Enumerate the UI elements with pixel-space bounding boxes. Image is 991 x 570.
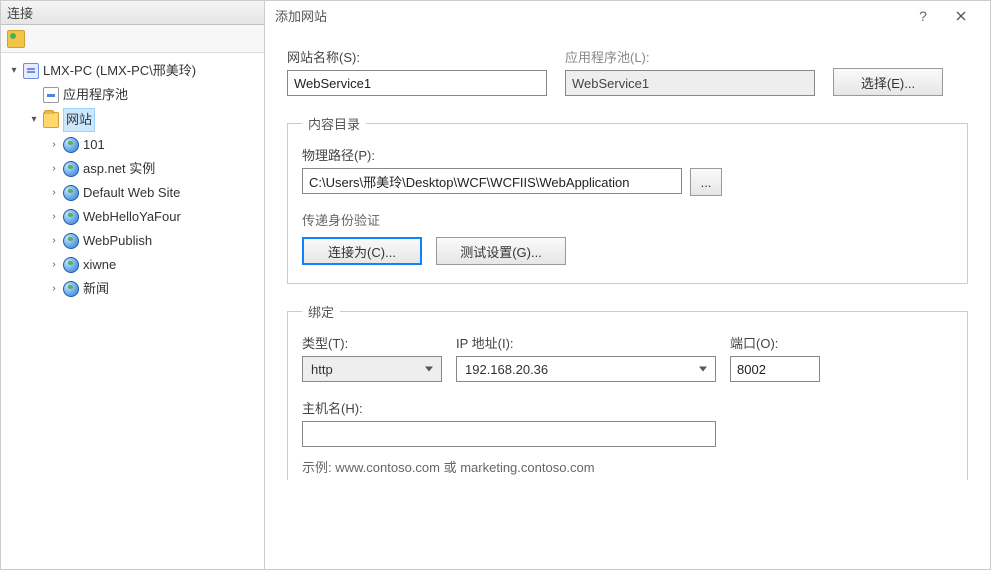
sitename-input[interactable] [287,70,547,96]
globe-icon [63,137,79,153]
tree-site-node[interactable]: › WebPublish [5,229,264,253]
dialog-titlebar: 添加网站 ? [265,1,990,31]
tree-site-label: 101 [83,134,105,156]
globe-icon [63,161,79,177]
chevron-right-icon[interactable]: › [49,212,59,222]
apppool-input [565,70,815,96]
tree-site-node[interactable]: › 新闻 [5,277,264,301]
globe-icon [63,257,79,273]
physical-path-label: 物理路径(P): [302,145,953,164]
tree-sites-node[interactable]: ▾ 网站 [5,107,264,133]
server-icon [23,63,39,79]
type-select[interactable]: http [302,356,442,382]
connections-tree[interactable]: ▾ LMX-PC (LMX-PC\邢美玲) 应用程序池 ▾ 网站 › 101 › as… [1,53,264,569]
chevron-right-icon[interactable]: › [49,260,59,270]
physical-path-input[interactable] [302,168,682,194]
tree-apppool-node[interactable]: 应用程序池 [5,83,264,107]
binding-group: 绑定 类型(T): http IP 地址(I): 192.168.20.36 端… [287,302,968,480]
dialog-title: 添加网站 [275,6,327,25]
tree-site-node[interactable]: › 101 [5,133,264,157]
close-icon [956,11,966,21]
tree-sites-label: 网站 [63,108,95,132]
tree-site-label: asp.net 实例 [83,158,155,180]
sitename-label: 网站名称(S): [287,47,547,66]
ip-select[interactable]: 192.168.20.36 [456,356,716,382]
connections-panel: 连接 ▾ LMX-PC (LMX-PC\邢美玲) 应用程序池 ▾ 网站 › 101… [1,1,265,569]
select-apppool-button[interactable]: 选择(E)... [833,68,943,96]
hostname-input[interactable] [302,421,716,447]
tree-server-label: LMX-PC (LMX-PC\邢美玲) [43,60,196,82]
chevron-right-icon[interactable]: › [49,236,59,246]
close-button[interactable] [942,1,980,31]
folder-up-icon[interactable] [7,30,25,48]
tree-site-node[interactable]: › WebHelloYaFour [5,205,264,229]
help-button[interactable]: ? [904,1,942,31]
folder-icon [43,112,59,128]
connect-as-button[interactable]: 连接为(C)... [302,237,422,265]
content-directory-legend: 内容目录 [302,114,366,133]
browse-button[interactable]: ... [690,168,722,196]
tree-site-node[interactable]: › Default Web Site [5,181,264,205]
binding-legend: 绑定 [302,302,340,321]
test-settings-button[interactable]: 测试设置(G)... [436,237,566,265]
apppool-label: 应用程序池(L): [565,47,815,66]
chevron-right-icon[interactable]: › [49,164,59,174]
tree-server-node[interactable]: ▾ LMX-PC (LMX-PC\邢美玲) [5,59,264,83]
chevron-right-icon[interactable]: › [49,140,59,150]
chevron-down-icon[interactable]: ▾ [9,66,19,76]
chevron-right-icon[interactable]: › [49,188,59,198]
tree-site-label: 新闻 [83,278,109,300]
hostname-example: 示例: www.contoso.com 或 marketing.contoso.… [302,457,953,476]
port-input[interactable] [730,356,820,382]
chevron-down-icon[interactable]: ▾ [29,115,39,125]
tree-site-node[interactable]: › asp.net 实例 [5,157,264,181]
globe-icon [63,209,79,225]
tree-site-node[interactable]: › xiwne [5,253,264,277]
connections-toolbar [1,25,264,53]
tree-site-label: WebHelloYaFour [83,206,181,228]
add-website-dialog: 添加网站 ? 网站名称(S): 应用程序池(L): 选择(E)... [265,1,990,569]
content-directory-group: 内容目录 物理路径(P): ... 传递身份验证 连接为(C)... 测试设置(… [287,114,968,284]
tree-site-label: WebPublish [83,230,152,252]
port-label: 端口(O): [730,333,820,352]
apppool-icon [43,87,59,103]
connections-title: 连接 [7,3,33,22]
tree-site-label: Default Web Site [83,182,180,204]
globe-icon [63,233,79,249]
connections-header: 连接 [1,1,264,25]
globe-icon [63,185,79,201]
hostname-label: 主机名(H): [302,398,716,417]
globe-icon [63,281,79,297]
tree-site-label: xiwne [83,254,116,276]
type-label: 类型(T): [302,333,442,352]
app-root: 连接 ▾ LMX-PC (LMX-PC\邢美玲) 应用程序池 ▾ 网站 › 101… [0,0,991,570]
ip-label: IP 地址(I): [456,333,716,352]
passthrough-auth-label: 传递身份验证 [302,210,953,229]
dialog-body: 网站名称(S): 应用程序池(L): 选择(E)... 内容目录 物理路径(P)… [265,31,990,569]
tree-apppool-label: 应用程序池 [63,84,128,106]
chevron-right-icon[interactable]: › [49,284,59,294]
